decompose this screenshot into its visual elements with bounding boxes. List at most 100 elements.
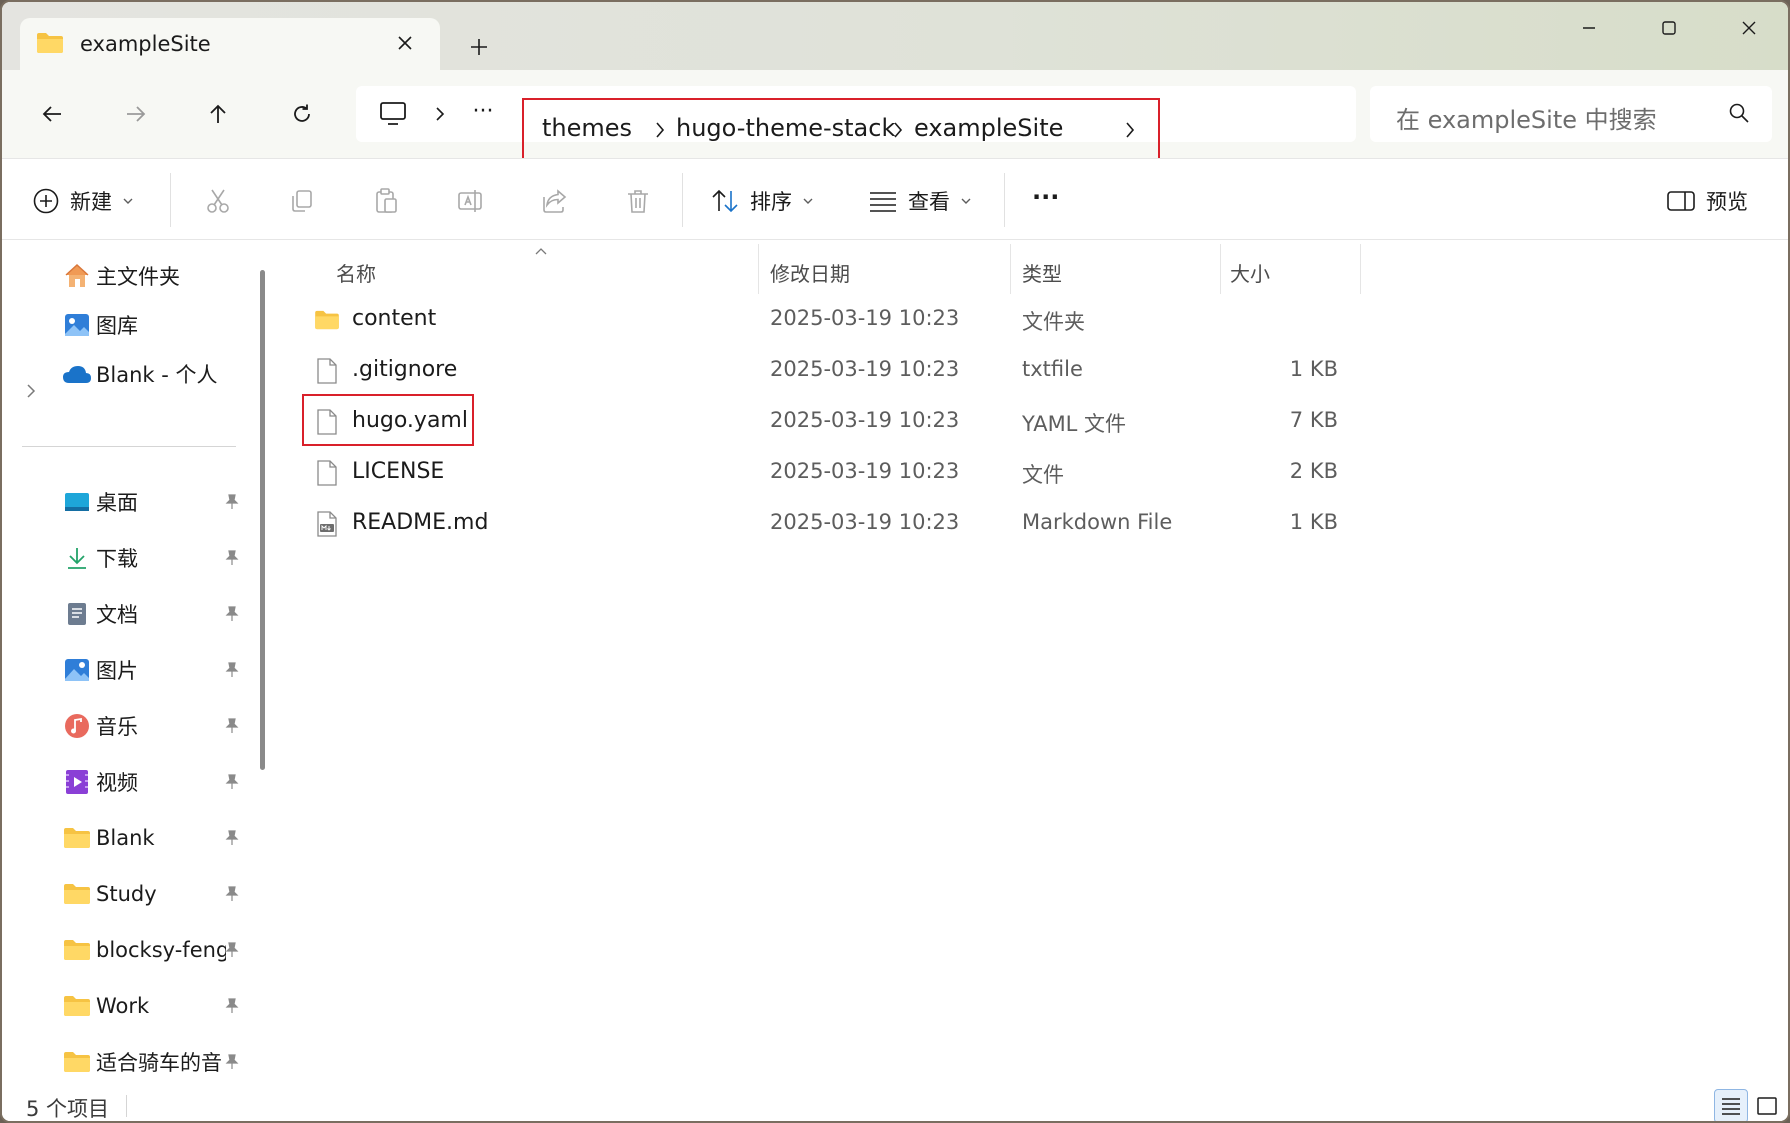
new-button[interactable]: 新建 [32,183,134,219]
video-icon [62,767,92,797]
chevron-right-icon[interactable] [430,99,450,129]
preview-label: 预览 [1706,190,1748,214]
sidebar-scrollbar[interactable] [260,270,265,770]
chevron-right-icon[interactable] [26,383,36,403]
add-circle-icon [33,188,59,214]
file-date: 2025-03-19 10:23 [770,510,960,534]
breadcrumb-examplesite[interactable]: exampleSite [914,114,1063,142]
tiles-view-button[interactable] [1750,1089,1784,1121]
sidebar-item-label: 下载 [96,547,138,571]
chevron-down-icon [123,198,133,204]
more-options-button[interactable]: ··· [1032,179,1059,215]
delete-icon[interactable] [620,183,656,219]
new-tab-button[interactable] [462,30,496,64]
file-row-license[interactable]: LICENSE 2025-03-19 10:23 文件 2 KB [280,447,1380,497]
file-type: 文件 [1022,463,1064,487]
chevron-right-icon[interactable] [890,120,906,140]
column-header-date[interactable]: 修改日期 [770,250,850,294]
separator [1004,173,1005,227]
maximize-button[interactable] [1646,10,1692,46]
sort-icon [712,189,738,213]
tab-examplesite[interactable]: exampleSite [20,18,440,72]
command-bar: 新建 排序 查看 ··· 预览 [2,158,1788,240]
rename-icon[interactable] [452,183,488,219]
up-button[interactable] [196,92,240,136]
details-view-icon [1722,1098,1740,1115]
pictures-icon [62,655,92,685]
new-label: 新建 [70,190,112,214]
file-name: README.md [352,510,489,535]
sidebar-item-gallery[interactable]: 图库 [62,305,252,345]
view-button[interactable]: 查看 [868,183,972,219]
details-view-button[interactable] [1714,1089,1748,1121]
close-window-button[interactable] [1726,10,1772,46]
column-divider[interactable] [1010,244,1011,294]
sidebar-item-label: Blank [96,826,155,850]
sidebar-item-label: blocksy-feng [96,938,226,962]
pin-icon[interactable] [220,1050,244,1074]
search-box[interactable]: 在 exampleSite 中搜索 [1370,86,1772,142]
copy-icon[interactable] [284,183,320,219]
pin-icon[interactable] [220,490,244,514]
address-bar[interactable]: ··· themes hugo-theme-stack exampleSite [356,86,1356,160]
share-icon[interactable] [536,183,572,219]
column-divider[interactable] [758,244,759,294]
back-button[interactable] [30,92,74,136]
breadcrumb-themes[interactable]: themes [542,114,632,142]
paste-icon[interactable] [368,183,404,219]
file-row-readme[interactable]: README.md 2025-03-19 10:23 Markdown File… [280,498,1380,548]
file-date: 2025-03-19 10:23 [770,408,960,432]
folder-icon [62,1047,92,1077]
breadcrumb-hugo-theme-stack[interactable]: hugo-theme-stack [676,114,895,142]
folder-icon [62,823,92,853]
sidebar-divider [22,446,236,447]
file-icon [314,357,340,385]
pin-icon[interactable] [220,770,244,794]
pin-icon[interactable] [220,938,244,962]
chevron-right-icon[interactable] [652,120,668,140]
chevron-right-icon[interactable] [1122,120,1138,140]
file-name: content [352,306,437,331]
markdown-file-icon [314,510,340,538]
pin-icon[interactable] [220,602,244,626]
pin-icon[interactable] [220,658,244,682]
minimize-button[interactable] [1566,10,1612,46]
sidebar-item-onedrive[interactable]: Blank - 个人 [62,354,252,394]
column-header-size[interactable]: 大小 [1230,250,1270,294]
file-size: 7 KB [1289,408,1338,432]
file-row-content[interactable]: content 2025-03-19 10:23 文件夹 [280,294,1380,344]
sidebar-item-home[interactable]: 主文件夹 [62,256,252,296]
breadcrumb: themes hugo-theme-stack exampleSite [522,98,1160,160]
this-pc-icon[interactable] [378,99,408,129]
preview-pane-button[interactable]: 预览 [1666,183,1748,219]
sort-button[interactable]: 排序 [710,183,814,219]
refresh-button[interactable] [280,92,324,136]
desktop-icon [62,487,92,517]
file-row-gitignore[interactable]: .gitignore 2025-03-19 10:23 txtfile 1 KB [280,345,1380,395]
search-icon[interactable] [1728,102,1750,128]
column-divider[interactable] [1360,244,1361,294]
view-list-icon [870,192,896,212]
column-divider[interactable] [1220,244,1221,294]
column-header-name[interactable]: 名称 [336,250,376,294]
folder-icon [62,935,92,965]
title-bar: exampleSite [2,2,1788,72]
search-placeholder: 在 exampleSite 中搜索 [1396,106,1657,134]
pin-icon[interactable] [220,714,244,738]
file-explorer-window: exampleSite ··· themes hugo-theme-stack … [0,0,1790,1123]
cut-icon[interactable] [200,183,236,219]
sort-label: 排序 [750,190,792,214]
forward-button[interactable] [114,92,158,136]
pin-icon[interactable] [220,994,244,1018]
pin-icon[interactable] [220,546,244,570]
pin-icon[interactable] [220,882,244,906]
pin-icon[interactable] [220,826,244,850]
column-header-type[interactable]: 类型 [1022,250,1062,294]
tiles-view-icon [1757,1097,1777,1115]
path-overflow-button[interactable]: ··· [468,96,498,126]
close-tab-icon[interactable] [390,28,420,58]
file-size: 2 KB [1289,459,1338,483]
sidebar-item-label: 桌面 [96,491,138,515]
sidebar-item-label: Study [96,882,157,906]
status-separator [126,1095,127,1117]
